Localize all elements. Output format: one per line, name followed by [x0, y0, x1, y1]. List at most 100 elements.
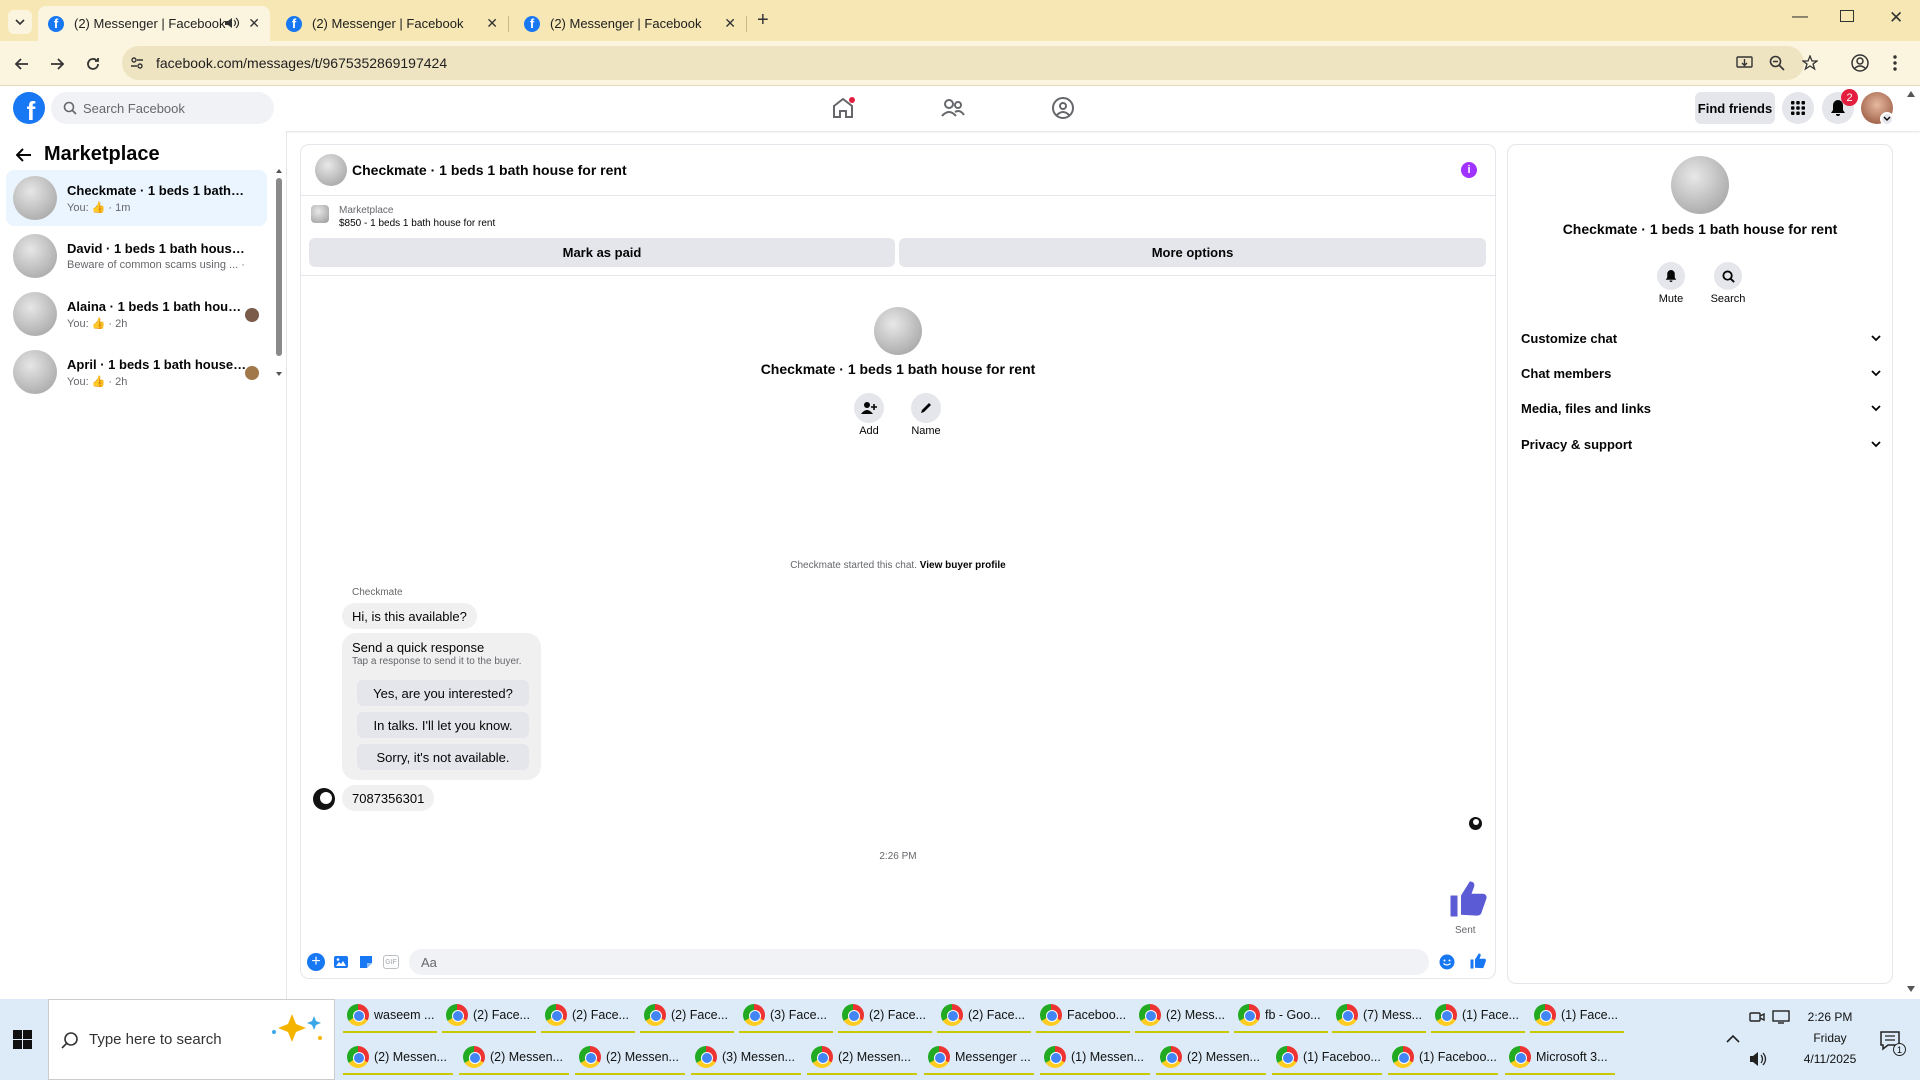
- page-scroll-up-icon[interactable]: [1906, 90, 1916, 98]
- restore-window-button[interactable]: [1840, 10, 1854, 22]
- message-bubble[interactable]: Hi, is this available?: [342, 603, 477, 629]
- browser-tab-2[interactable]: f (2) Messenger | Facebook ✕: [276, 6, 509, 41]
- browser-tab-3[interactable]: f (2) Messenger | Facebook ✕: [514, 6, 747, 41]
- meet-now-icon[interactable]: [1749, 1010, 1765, 1024]
- taskbar-app-button[interactable]: (2) Messen...: [459, 1041, 569, 1075]
- taskbar-app-button[interactable]: Microsoft 3...: [1505, 1041, 1615, 1075]
- profile-icon[interactable]: [1851, 54, 1869, 72]
- sender-avatar[interactable]: [313, 788, 335, 810]
- quick-reply-button[interactable]: Yes, are you interested?: [357, 680, 529, 706]
- close-tab-icon[interactable]: ✕: [724, 15, 736, 32]
- message-bubble[interactable]: 7087356301: [342, 785, 435, 811]
- tab-search-button[interactable]: [8, 10, 32, 34]
- edit-name-button[interactable]: [911, 393, 941, 423]
- notifications-button[interactable]: 2: [1822, 89, 1858, 124]
- clock-date[interactable]: 4/11/2025: [1790, 1052, 1870, 1066]
- bookmark-star-icon[interactable]: [1802, 55, 1818, 71]
- chat-list-scrollbar[interactable]: [275, 168, 283, 378]
- more-actions-plus-icon[interactable]: +: [307, 953, 325, 971]
- taskbar-app-button[interactable]: (1) Faceboo...: [1272, 1041, 1382, 1075]
- home-nav-icon[interactable]: [830, 96, 856, 120]
- page-scroll-down-icon[interactable]: [1906, 985, 1916, 993]
- mark-as-paid-button[interactable]: Mark as paid: [309, 238, 895, 267]
- facebook-search-input[interactable]: Search Facebook: [51, 92, 274, 124]
- quick-reply-button[interactable]: Sorry, it's not available.: [357, 744, 529, 770]
- show-hidden-icons-chevron-icon[interactable]: [1726, 1034, 1740, 1044]
- speaker-icon[interactable]: [224, 16, 240, 30]
- taskbar-app-button[interactable]: (2) Mess...: [1135, 999, 1229, 1033]
- taskbar-search-input[interactable]: Type here to search: [48, 999, 335, 1080]
- account-chevron[interactable]: [1880, 112, 1894, 126]
- search-conversation-button[interactable]: [1714, 262, 1742, 290]
- facebook-logo-icon[interactable]: f: [13, 92, 45, 124]
- chat-profile-avatar[interactable]: [874, 307, 922, 355]
- add-people-button[interactable]: [854, 393, 884, 423]
- friends-nav-icon[interactable]: [940, 96, 966, 120]
- browser-tab-1[interactable]: f (2) Messenger | Facebook ✕: [38, 6, 270, 41]
- close-window-button[interactable]: ✕: [1889, 8, 1903, 28]
- close-tab-icon[interactable]: ✕: [248, 15, 260, 32]
- thumbs-up-send-icon[interactable]: [1469, 952, 1487, 970]
- taskbar-app-button[interactable]: Messenger ...: [924, 1041, 1034, 1075]
- back-arrow-icon[interactable]: [16, 147, 32, 163]
- chat-members-section[interactable]: Chat members: [1521, 362, 1881, 384]
- groups-nav-icon[interactable]: [1050, 96, 1076, 120]
- conversation-item[interactable]: Alaina · 1 beds 1 bath house f... You: 👍…: [6, 286, 267, 342]
- taskbar-app-button[interactable]: (2) Face...: [640, 999, 734, 1033]
- volume-icon[interactable]: [1749, 1051, 1767, 1067]
- taskbar-app-button[interactable]: (2) Messen...: [807, 1041, 917, 1075]
- taskbar-app-button[interactable]: (7) Mess...: [1332, 999, 1426, 1033]
- taskbar-app-button[interactable]: (2) Messen...: [343, 1041, 453, 1075]
- conversation-item[interactable]: April · 1 beds 1 bath house for... You: …: [6, 344, 267, 400]
- back-button[interactable]: [11, 53, 33, 75]
- privacy-support-section[interactable]: Privacy & support: [1521, 433, 1881, 455]
- taskbar-app-button[interactable]: (3) Face...: [739, 999, 833, 1033]
- menu-grid-button[interactable]: [1782, 92, 1814, 124]
- taskbar-app-button[interactable]: fb - Goo...: [1234, 999, 1328, 1033]
- mute-button[interactable]: [1657, 262, 1685, 290]
- taskbar-app-button[interactable]: (3) Messen...: [691, 1041, 801, 1075]
- message-input[interactable]: Aa: [409, 949, 1429, 975]
- find-friends-button[interactable]: Find friends: [1695, 92, 1775, 124]
- browser-menu-icon[interactable]: [1892, 54, 1898, 72]
- taskbar-app-button[interactable]: waseem ...: [343, 999, 437, 1033]
- clock-time[interactable]: 2:26 PM: [1790, 1010, 1870, 1024]
- sticker-icon[interactable]: [358, 954, 374, 970]
- contact-avatar[interactable]: [1671, 156, 1729, 214]
- listing-thumbnail[interactable]: [311, 205, 329, 223]
- thumbs-up-sticker-icon[interactable]: [1447, 878, 1489, 920]
- chat-avatar[interactable]: [315, 154, 347, 186]
- taskbar-app-button[interactable]: (2) Face...: [541, 999, 635, 1033]
- taskbar-app-button[interactable]: Faceboo...: [1036, 999, 1130, 1033]
- minimize-window-button[interactable]: —: [1792, 8, 1808, 26]
- reload-button[interactable]: [82, 53, 104, 75]
- customize-chat-section[interactable]: Customize chat: [1521, 327, 1881, 349]
- taskbar-app-button[interactable]: (2) Messen...: [1156, 1041, 1266, 1075]
- conversation-item[interactable]: Checkmate · 1 beds 1 bath hous... You: 👍…: [6, 170, 267, 226]
- forward-button[interactable]: [46, 53, 68, 75]
- taskbar-app-button[interactable]: (1) Faceboo...: [1388, 1041, 1498, 1075]
- emoji-icon[interactable]: [1439, 954, 1455, 970]
- windows-start-icon[interactable]: [13, 1030, 32, 1049]
- taskbar-app-button[interactable]: (1) Face...: [1530, 999, 1624, 1033]
- chat-title[interactable]: Checkmate · 1 beds 1 bath house for rent: [352, 162, 627, 178]
- listing-detail[interactable]: $850 - 1 beds 1 bath house for rent: [339, 218, 495, 229]
- taskbar-app-button[interactable]: (2) Face...: [937, 999, 1031, 1033]
- media-files-links-section[interactable]: Media, files and links: [1521, 397, 1881, 419]
- new-tab-button[interactable]: +: [757, 9, 769, 32]
- photo-icon[interactable]: [333, 954, 349, 970]
- url-text[interactable]: facebook.com/messages/t/9675352869197424: [156, 55, 447, 71]
- gif-icon[interactable]: GIF: [383, 955, 399, 969]
- network-icon[interactable]: [1772, 1010, 1790, 1024]
- omnibox[interactable]: facebook.com/messages/t/9675352869197424: [122, 46, 1818, 80]
- zoom-icon[interactable]: [1769, 55, 1785, 71]
- quick-reply-button[interactable]: In talks. I'll let you know.: [357, 712, 529, 738]
- conversation-item[interactable]: David · 1 beds 1 bath house for ... Bewa…: [6, 228, 267, 284]
- taskbar-app-button[interactable]: (2) Face...: [838, 999, 932, 1033]
- close-tab-icon[interactable]: ✕: [486, 15, 498, 32]
- clock-day[interactable]: Friday: [1790, 1031, 1870, 1045]
- install-app-icon[interactable]: [1736, 55, 1753, 71]
- site-settings-icon[interactable]: [130, 56, 144, 70]
- taskbar-app-button[interactable]: (1) Face...: [1431, 999, 1525, 1033]
- view-buyer-profile-link[interactable]: View buyer profile: [920, 560, 1006, 571]
